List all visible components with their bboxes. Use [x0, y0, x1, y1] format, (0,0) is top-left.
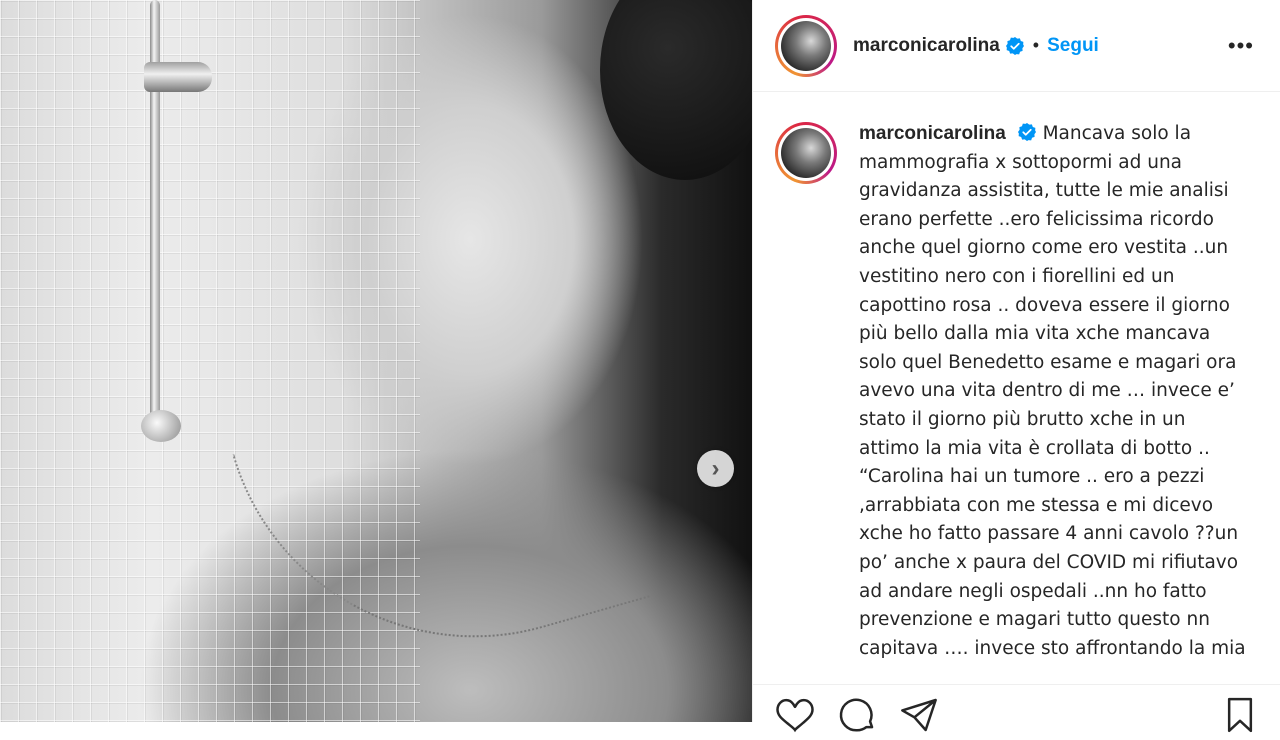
heart-icon: [776, 698, 814, 733]
instagram-post: › marconicarolina • Segui ••• marconicar…: [0, 0, 1280, 733]
username-link[interactable]: marconicarolina: [853, 35, 1000, 57]
more-options-icon[interactable]: •••: [1224, 34, 1258, 57]
next-image-button[interactable]: ›: [697, 450, 734, 487]
comment-bubble-icon: [839, 698, 874, 732]
verified-badge-icon: [1005, 36, 1024, 55]
save-button[interactable]: [1220, 695, 1260, 733]
post-side-panel: marconicarolina • Segui ••• marconicarol…: [752, 0, 1280, 733]
follow-button[interactable]: Segui: [1047, 35, 1099, 57]
share-button[interactable]: [899, 695, 939, 732]
caption-username-link[interactable]: marconicarolina: [859, 123, 1006, 144]
bathroom-tiles: [0, 0, 420, 722]
shower-holder: [144, 62, 212, 92]
avatar: [781, 20, 831, 71]
caption-text: marconicarolina Mancava solo la mammogra…: [859, 120, 1251, 663]
like-button[interactable]: [775, 695, 815, 733]
post-header: marconicarolina • Segui •••: [753, 0, 1280, 92]
post-photo[interactable]: ›: [0, 0, 752, 722]
comments-area[interactable]: marconicarolina Mancava solo la mammogra…: [753, 92, 1280, 684]
chevron-right-icon: ›: [711, 454, 720, 482]
story-ring[interactable]: [775, 14, 837, 77]
separator-dot: •: [1032, 35, 1040, 55]
hair-bun: [600, 0, 752, 180]
shower-rail-base: [141, 410, 181, 442]
caption-body: Mancava solo la mammografia x sottopormi…: [859, 123, 1246, 659]
caption-story-ring[interactable]: [775, 122, 837, 184]
caption-avatar: [781, 128, 831, 178]
comment-button[interactable]: [837, 695, 877, 732]
caption: marconicarolina Mancava solo la mammogra…: [775, 120, 1258, 663]
bookmark-icon: [1227, 697, 1253, 733]
verified-badge-icon: [1017, 123, 1036, 141]
action-bar: [753, 684, 1280, 733]
paper-plane-icon: [901, 698, 937, 732]
